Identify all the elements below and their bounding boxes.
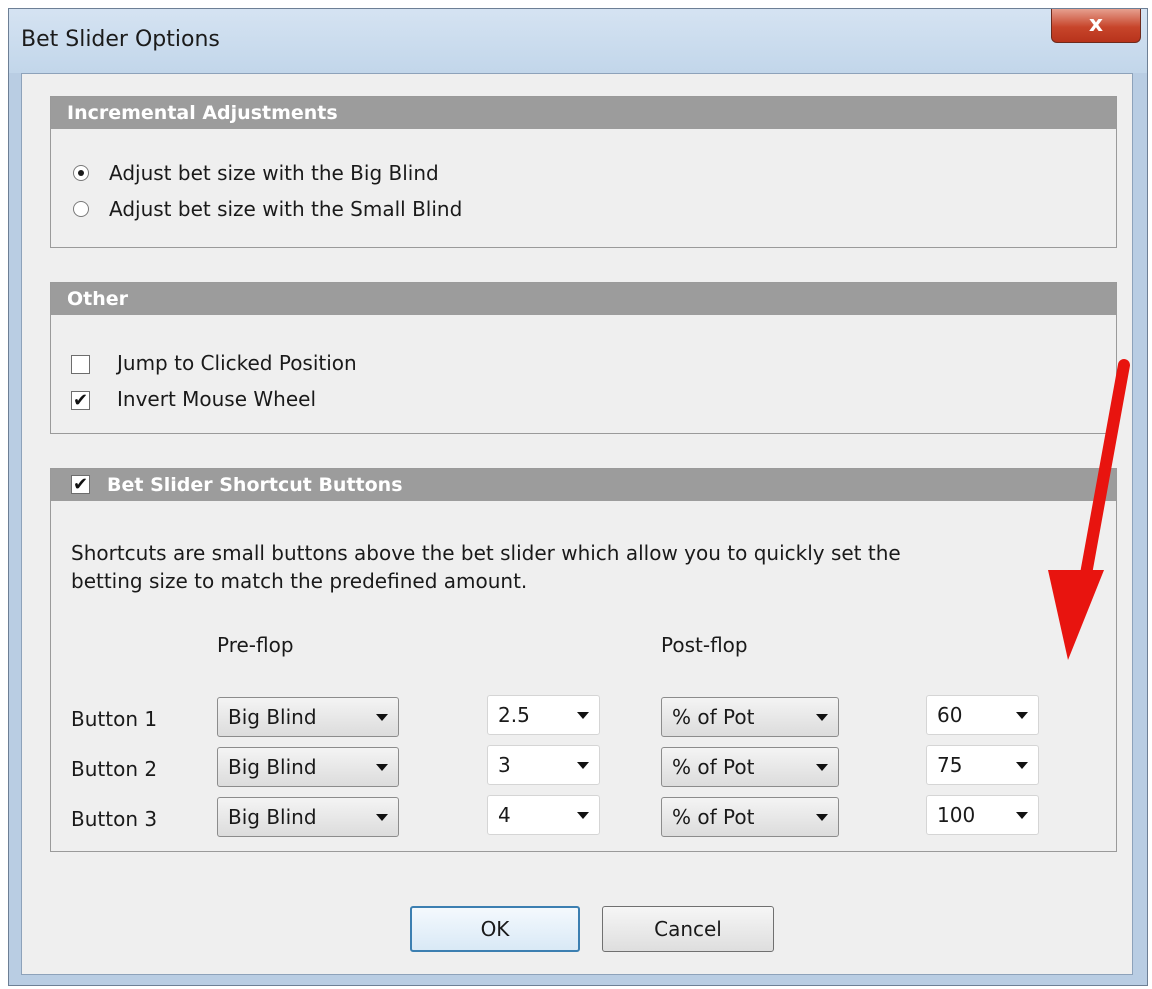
dialog-client-area: Incremental Adjustments Adjust bet size … — [21, 73, 1133, 975]
shortcut-buttons-enable-checkbox[interactable]: ✔ — [71, 475, 90, 494]
other-group: Other Jump to Clicked Position ✔ Invert … — [50, 282, 1117, 434]
preflop-amount-select[interactable]: 3 — [487, 745, 600, 785]
chevron-down-icon — [816, 814, 828, 821]
postflop-amount-value: 100 — [937, 803, 976, 827]
preflop-amount-value: 4 — [498, 803, 511, 827]
preflop-amount-select[interactable]: 4 — [487, 795, 600, 835]
chevron-down-icon — [376, 764, 388, 771]
radio-big-blind[interactable] — [73, 165, 89, 181]
dialog-title: Bet Slider Options — [21, 27, 220, 52]
other-header: Other — [51, 283, 1116, 315]
chevron-down-icon — [816, 714, 828, 721]
shortcut-description-line-2: betting size to match the predefined amo… — [71, 569, 528, 593]
shortcut-buttons-title: Bet Slider Shortcut Buttons — [107, 474, 403, 496]
invert-mouse-wheel-checkbox[interactable]: ✔ — [71, 391, 90, 410]
postflop-amount-select[interactable]: 60 — [926, 695, 1039, 735]
chevron-down-icon — [1016, 762, 1028, 769]
chevron-down-icon — [577, 812, 589, 819]
postflop-amount-select[interactable]: 100 — [926, 795, 1039, 835]
close-icon: x — [1088, 12, 1104, 37]
close-button[interactable]: x — [1051, 9, 1141, 43]
postflop-type-select[interactable]: % of Pot — [661, 747, 839, 787]
preflop-amount-select[interactable]: 2.5 — [487, 695, 600, 735]
bet-slider-options-dialog: Bet Slider Options x Incremental Adjustm… — [8, 8, 1148, 986]
shortcut-buttons-header: ✔ Bet Slider Shortcut Buttons — [51, 469, 1116, 501]
chevron-down-icon — [1016, 812, 1028, 819]
chevron-down-icon — [577, 712, 589, 719]
preflop-type-select[interactable]: Big Blind — [217, 797, 399, 837]
radio-big-blind-label: Adjust bet size with the Big Blind — [109, 161, 439, 185]
ok-button[interactable]: OK — [410, 906, 580, 952]
chevron-down-icon — [577, 762, 589, 769]
radio-small-blind-label: Adjust bet size with the Small Blind — [109, 197, 463, 221]
postflop-type-select[interactable]: % of Pot — [661, 797, 839, 837]
incremental-adjustments-header: Incremental Adjustments — [51, 97, 1116, 129]
chevron-down-icon — [376, 814, 388, 821]
shortcut-row-label: Button 1 — [71, 707, 158, 731]
preflop-type-value: Big Blind — [228, 755, 317, 779]
postflop-amount-value: 60 — [937, 703, 963, 727]
shortcut-row-label: Button 3 — [71, 807, 158, 831]
preflop-amount-value: 2.5 — [498, 703, 530, 727]
preflop-heading: Pre-flop — [217, 633, 294, 657]
incremental-adjustments-group: Incremental Adjustments Adjust bet size … — [50, 96, 1117, 248]
shortcut-row-label: Button 2 — [71, 757, 158, 781]
shortcut-description-line-1: Shortcuts are small buttons above the be… — [71, 541, 901, 565]
arrow-head — [1048, 570, 1104, 660]
chevron-down-icon — [376, 714, 388, 721]
postflop-amount-value: 75 — [937, 753, 963, 777]
postflop-heading: Post-flop — [661, 633, 748, 657]
postflop-type-value: % of Pot — [672, 805, 755, 829]
invert-mouse-wheel-label: Invert Mouse Wheel — [117, 387, 317, 411]
preflop-amount-value: 3 — [498, 753, 511, 777]
postflop-amount-select[interactable]: 75 — [926, 745, 1039, 785]
cancel-button[interactable]: Cancel — [602, 906, 774, 952]
title-bar[interactable]: Bet Slider Options x — [9, 9, 1147, 73]
red-arrow-annotation — [1048, 359, 1130, 660]
postflop-type-value: % of Pot — [672, 705, 755, 729]
preflop-type-select[interactable]: Big Blind — [217, 697, 399, 737]
preflop-type-value: Big Blind — [228, 705, 317, 729]
postflop-type-select[interactable]: % of Pot — [661, 697, 839, 737]
chevron-down-icon — [1016, 712, 1028, 719]
arrow-shaft — [1078, 359, 1130, 591]
chevron-down-icon — [816, 764, 828, 771]
preflop-type-value: Big Blind — [228, 805, 317, 829]
postflop-type-value: % of Pot — [672, 755, 755, 779]
shortcut-buttons-group: ✔ Bet Slider Shortcut Buttons Shortcuts … — [50, 468, 1117, 852]
jump-to-clicked-label: Jump to Clicked Position — [117, 351, 357, 375]
jump-to-clicked-checkbox[interactable] — [71, 355, 90, 374]
radio-small-blind[interactable] — [73, 201, 89, 217]
preflop-type-select[interactable]: Big Blind — [217, 747, 399, 787]
